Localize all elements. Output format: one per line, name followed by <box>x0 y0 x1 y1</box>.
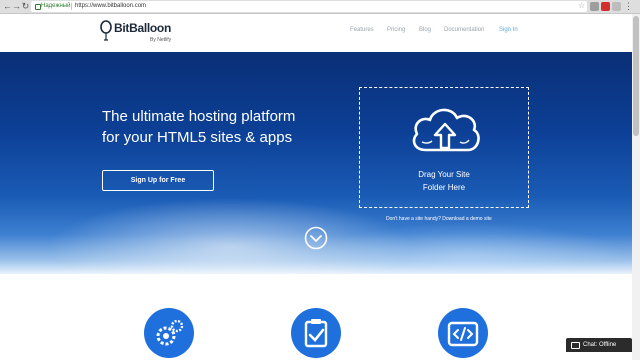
chat-bubble-icon <box>571 342 580 349</box>
chat-widget[interactable]: Chat: Offline <box>566 338 632 352</box>
headline-line-2: for your HTML5 sites & apps <box>102 129 293 146</box>
extension-icon[interactable] <box>612 2 621 11</box>
gears-icon <box>156 319 184 346</box>
extension-badge-icon[interactable] <box>601 2 610 11</box>
address-separator <box>71 3 72 10</box>
url-text[interactable]: https://www.bitballoon.com <box>75 1 146 12</box>
feature-code <box>438 308 488 358</box>
site-header: BitBalloon By Netlify Features Pricing B… <box>0 14 632 52</box>
nav-sign-in[interactable]: Sign In <box>499 27 518 33</box>
clipboard-check-icon <box>304 319 328 348</box>
nav-pricing[interactable]: Pricing <box>387 27 405 33</box>
secure-label: Надежный <box>41 3 71 9</box>
drop-instructions: Drag Your Site Folder Here <box>360 168 528 194</box>
hero-headline: The ultimate hosting platform for your H… <box>102 106 342 148</box>
browser-toolbar: ← → ↻ Надежный https://www.bitballoon.co… <box>0 0 640 14</box>
logo-byline: By Netlify <box>150 37 172 43</box>
nav-documentation[interactable]: Documentation <box>444 27 484 33</box>
logo-name: BitBalloon <box>114 21 171 35</box>
extension-icon[interactable] <box>590 2 599 11</box>
nav-blog[interactable]: Blog <box>419 27 431 33</box>
feature-gears <box>144 308 194 358</box>
features-section <box>0 274 632 360</box>
feature-clipboard <box>291 308 341 358</box>
scrollbar-thumb[interactable] <box>633 16 639 136</box>
hero-section: The ultimate hosting platform for your H… <box>0 52 632 274</box>
scroll-down-icon[interactable] <box>304 226 328 250</box>
nav-features[interactable]: Features <box>350 27 374 33</box>
balloon-icon <box>100 20 112 41</box>
demo-site-link[interactable]: Don't have a site handy? Download a demo… <box>386 216 492 222</box>
headline-line-1: The ultimate hosting platform <box>102 108 296 125</box>
drop-line-1: Drag Your Site <box>418 170 470 179</box>
drop-zone[interactable]: Drag Your Site Folder Here <box>359 87 529 208</box>
cloud-upload-icon <box>412 108 480 152</box>
bookmark-star-icon[interactable]: ☆ <box>578 0 585 11</box>
address-bar[interactable]: Надежный https://www.bitballoon.com <box>31 1 587 12</box>
reload-icon[interactable]: ↻ <box>20 1 31 12</box>
browser-menu-icon[interactable]: ⋮ <box>624 2 633 11</box>
logo[interactable]: BitBalloon By Netlify <box>100 20 190 50</box>
page-scrollbar[interactable] <box>632 14 640 360</box>
sign-up-button[interactable]: Sign Up for Free <box>102 170 214 191</box>
code-icon <box>447 321 479 347</box>
drop-line-2: Folder Here <box>422 183 466 192</box>
chat-status: Chat: Offline <box>583 342 617 348</box>
